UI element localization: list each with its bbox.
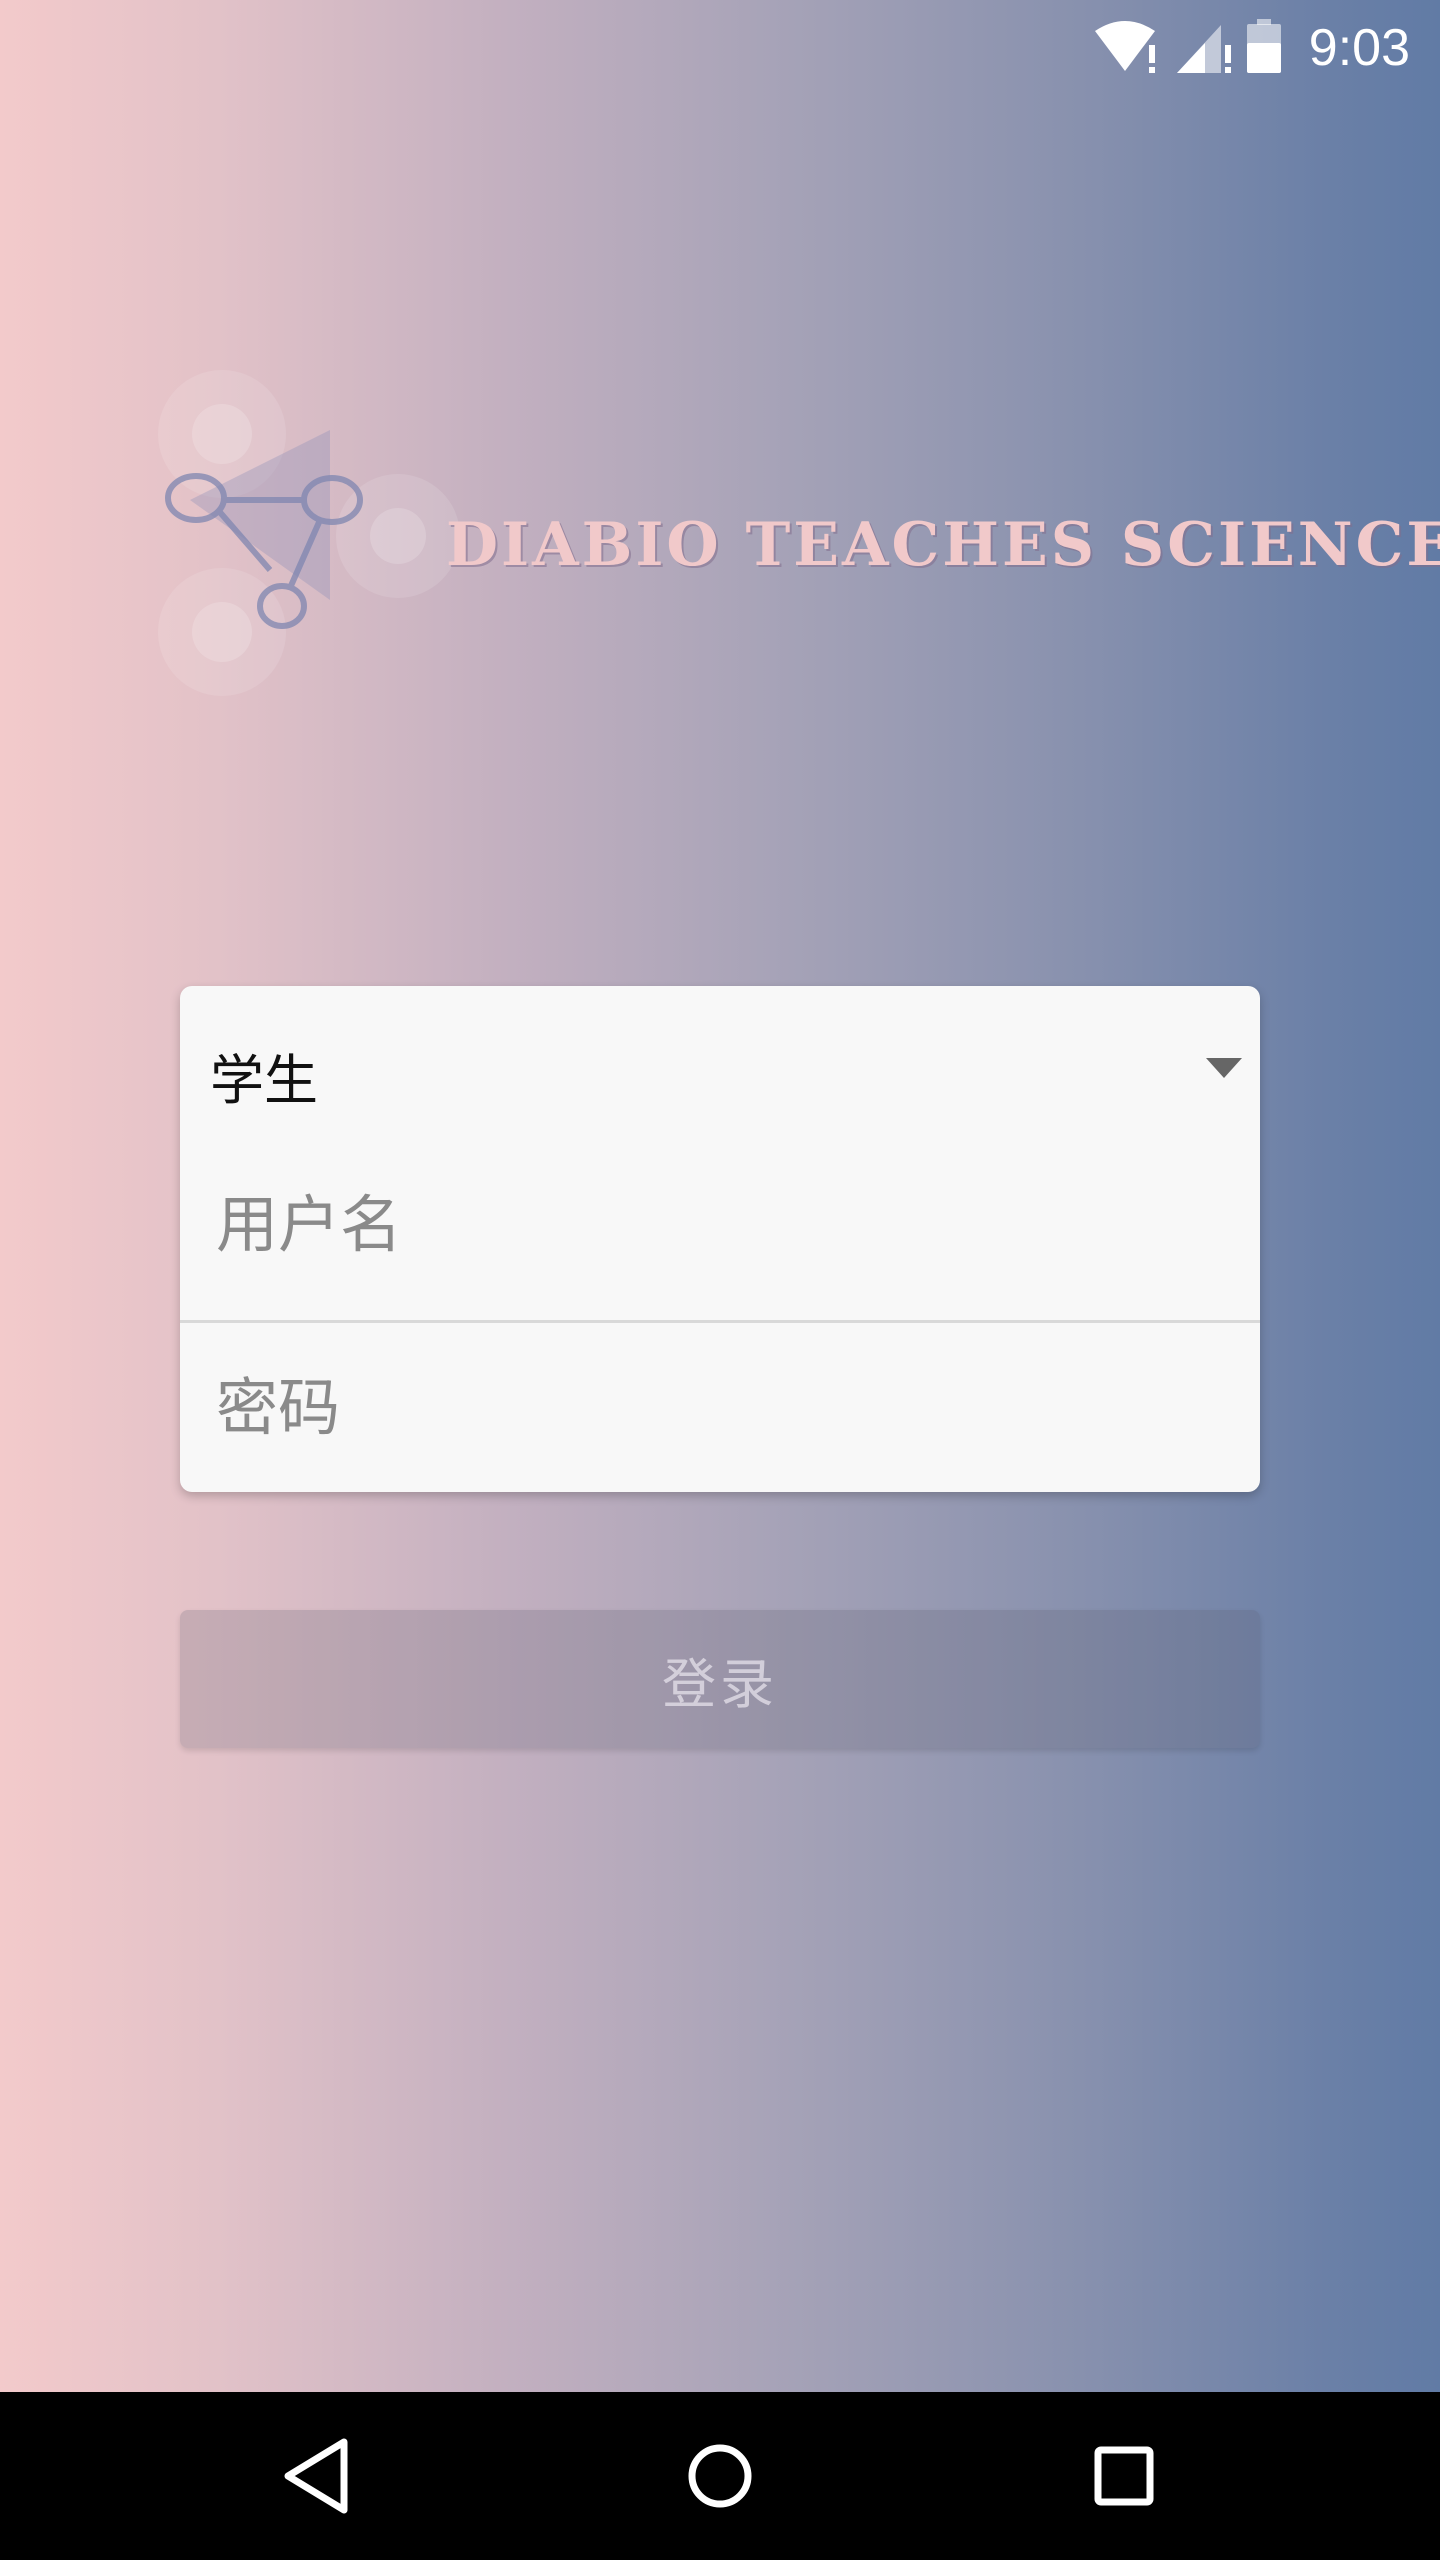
battery-icon bbox=[1246, 19, 1281, 77]
login-button[interactable]: 登录 bbox=[180, 1610, 1260, 1748]
login-form: 学生 bbox=[180, 986, 1260, 1492]
status-icons: 9:03 bbox=[1094, 0, 1410, 96]
back-icon[interactable] bbox=[266, 2426, 366, 2526]
cell-signal-alert-icon bbox=[1176, 19, 1233, 77]
dropdown-arrow-icon bbox=[1206, 1058, 1242, 1078]
password-field bbox=[180, 1322, 1260, 1492]
login-button-label: 登录 bbox=[662, 1652, 778, 1716]
field-divider bbox=[180, 1320, 1260, 1323]
wifi-alert-icon bbox=[1094, 19, 1163, 77]
status-time: 9:03 bbox=[1308, 19, 1410, 77]
home-icon[interactable] bbox=[670, 2426, 770, 2526]
username-field bbox=[180, 1140, 1260, 1308]
molecule-logo-icon bbox=[158, 370, 460, 696]
screen: 9:03 DIABIO TEACHES SCIENCE 学生 用户名 登录 bbox=[0, 0, 1440, 2560]
app-logo: DIABIO TEACHES SCIENCE bbox=[150, 370, 1440, 700]
status-bar: 9:03 bbox=[0, 0, 1440, 96]
login-screen: 9:03 DIABIO TEACHES SCIENCE 学生 用户名 登录 bbox=[0, 0, 1440, 2392]
role-dropdown-value: 学生 bbox=[210, 1049, 318, 1112]
password-input[interactable] bbox=[216, 1322, 1216, 1492]
navigation-bar bbox=[0, 2392, 1440, 2560]
username-input[interactable] bbox=[216, 1140, 1216, 1308]
recents-icon[interactable] bbox=[1074, 2426, 1174, 2526]
logo-text: DIABIO TEACHES SCIENCE bbox=[446, 510, 1440, 580]
role-dropdown[interactable]: 学生 bbox=[180, 986, 1260, 1156]
